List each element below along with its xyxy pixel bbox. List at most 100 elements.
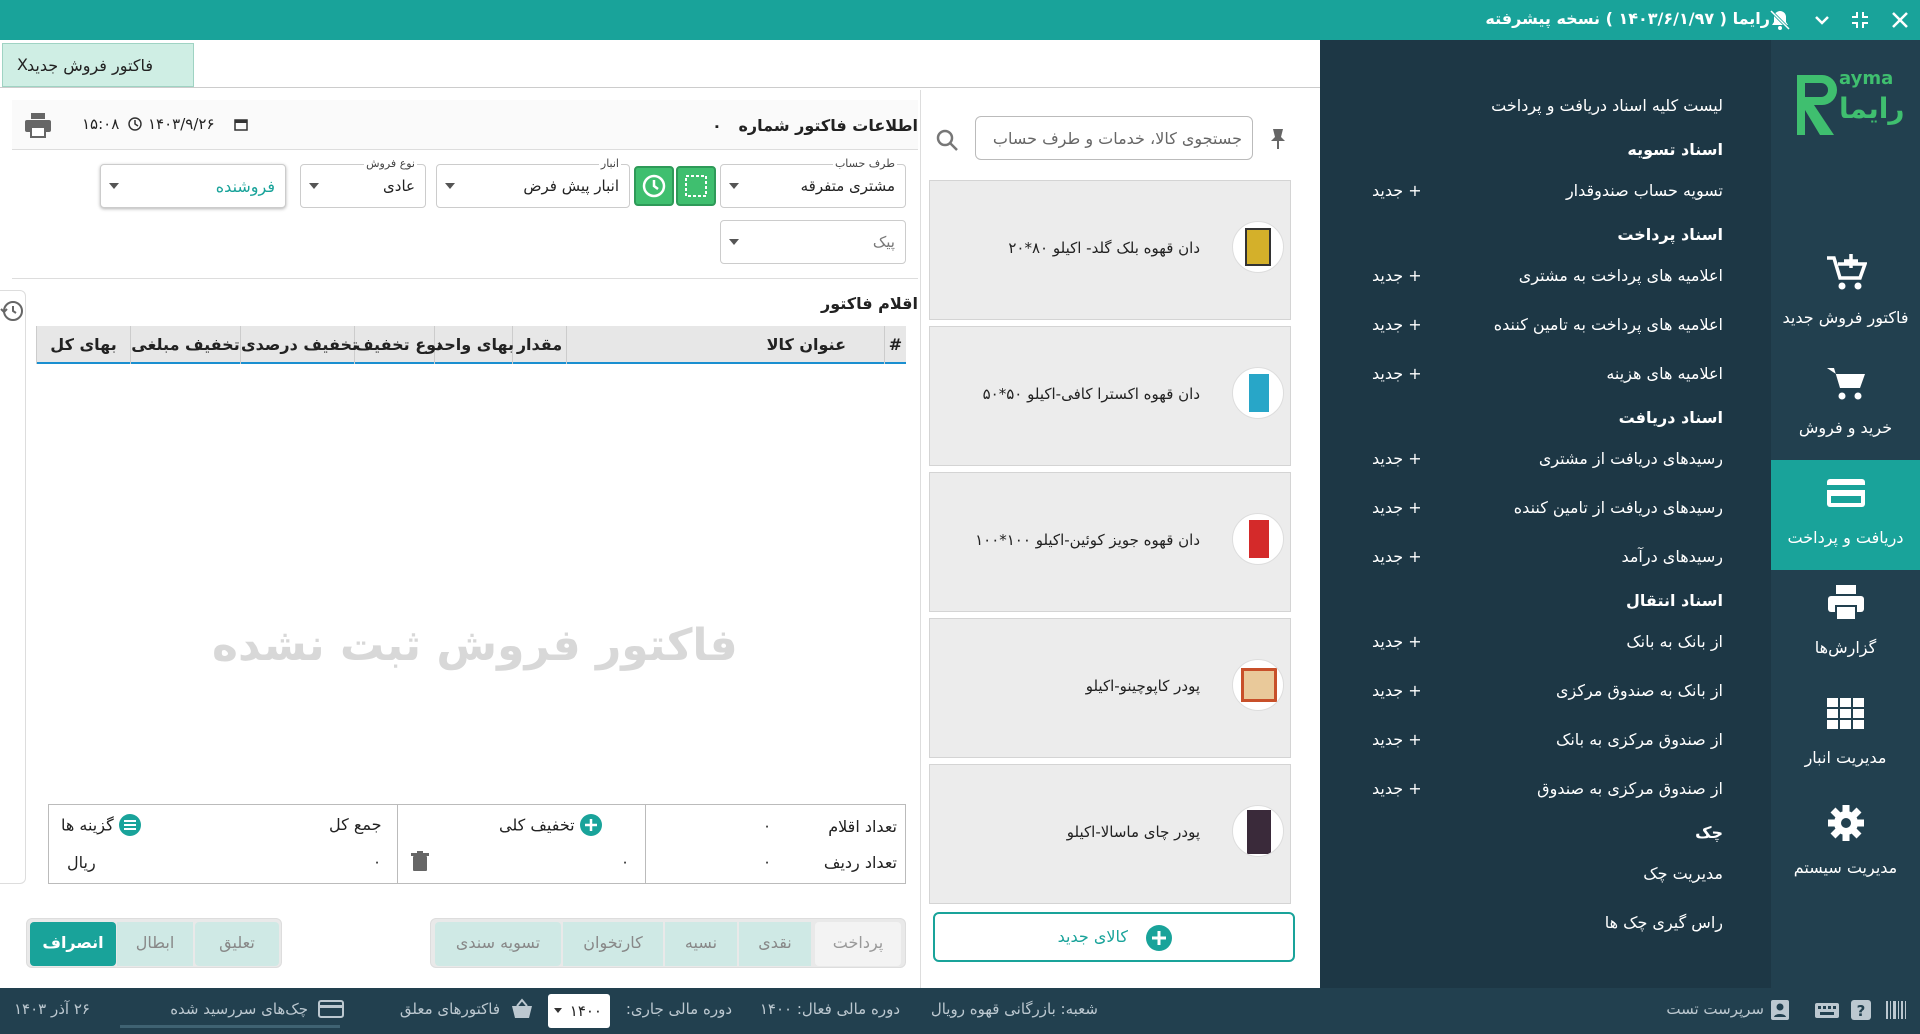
menu-item-all-documents[interactable]: لیست کلیه اسناد دریافت و پرداخت — [1340, 90, 1723, 124]
product-card[interactable]: دان قهوه اکسترا کافی-اکیلو ۵۰*۵۰ — [929, 326, 1291, 466]
product-search-input[interactable]: جستجوی کالا، خدمات و طرف حساب — [975, 116, 1253, 160]
menu-item-central-fund-to-fund[interactable]: از صندوق مرکزی به صندوق + جدید — [1340, 773, 1723, 807]
product-card[interactable]: پودر کاپوچینو-اکیلو — [929, 618, 1291, 758]
rows-count-value: ۰ — [763, 853, 772, 871]
nav-purchase-and-sales[interactable]: خرید و فروش — [1771, 350, 1920, 460]
menu-new-link[interactable]: + جدید — [1372, 181, 1422, 200]
suspend-button[interactable]: تعلیق — [195, 922, 279, 966]
side-history-panel[interactable] — [0, 290, 26, 884]
menu-item-receipt-supplier[interactable]: رسیدهای دریافت از تامین کننده + جدید — [1340, 492, 1723, 526]
courier-select[interactable]: پیک — [720, 220, 906, 264]
current-period-label: دوره مالی جاری: — [625, 1000, 732, 1018]
menu-new-link[interactable]: + جدید — [1372, 315, 1422, 334]
menu-item-cashier-settlement[interactable]: تسویه حساب صندوقدار + جدید — [1340, 175, 1723, 209]
due-cheques-link[interactable]: چک‌های سررسید شده — [120, 994, 344, 1028]
menu-header-payment: اسناد پرداخت — [1617, 225, 1723, 244]
menu-new-link[interactable]: + جدید — [1372, 681, 1422, 700]
dropdown-arrow-icon — [554, 1008, 562, 1013]
search-icon[interactable] — [935, 128, 959, 152]
product-card[interactable]: دان قهوه بلک گلد- اکیلو ۸۰*۲۰ — [929, 180, 1291, 320]
dropdown-arrow-icon — [729, 183, 739, 189]
document-settlement-button[interactable]: تسویه سندی — [435, 922, 561, 966]
menu-item-receipt-customer[interactable]: رسیدهای دریافت از مشتری + جدید — [1340, 443, 1723, 477]
logo-text-fa: رایما — [1839, 92, 1905, 125]
menu-item-payment-supplier[interactable]: اعلامیه های پرداخت به تامین کننده + جدید — [1340, 309, 1723, 343]
chevron-down-icon[interactable] — [1812, 10, 1832, 30]
col-unit-price[interactable]: بهای واحد — [434, 326, 514, 364]
overall-discount-button[interactable]: تخفیف کلی — [499, 813, 603, 837]
current-period-select[interactable]: ۱۴۰۰ — [548, 994, 610, 1028]
product-image — [1232, 805, 1284, 857]
receipts-payments-menu: لیست کلیه اسناد دریافت و پرداخت اسناد تس… — [1320, 40, 1771, 988]
nav-new-sales-invoice[interactable]: فاکتور فروش جدید — [1771, 240, 1920, 350]
trash-icon[interactable] — [411, 851, 429, 871]
product-card[interactable]: دان قهوه جویز کوئین-اکیلو ۱۰۰*۱۰۰ — [929, 472, 1291, 612]
menu-header-settlement: اسناد تسویه — [1627, 140, 1723, 159]
menu-item-payment-customer[interactable]: اعلامیه های پرداخت به مشتری + جدید — [1340, 260, 1723, 294]
card-reader-button[interactable]: کارتخوان — [563, 922, 663, 966]
invoice-panel: اطلاعات فاکتور شماره ۰ ۱۴۰۳/۹/۲۶ ۱۵:۰۸ ط… — [12, 100, 918, 988]
select-area-button[interactable] — [676, 166, 716, 206]
calendar-icon — [234, 117, 248, 131]
product-card[interactable]: پودر چای ماسالا-اکیلو — [929, 764, 1291, 904]
cancel-button[interactable]: انصراف — [30, 922, 116, 966]
menu-new-link[interactable]: + جدید — [1372, 779, 1422, 798]
new-product-button[interactable]: کالای جدید — [933, 912, 1295, 962]
col-amount-discount[interactable]: تخفیف مبلغی — [130, 326, 240, 364]
invoice-time[interactable]: ۱۵:۰۸ — [82, 115, 119, 133]
product-image — [1232, 513, 1284, 565]
menu-item-cheque-management[interactable]: مدیریت چک — [1340, 858, 1723, 892]
menu-new-link[interactable]: + جدید — [1372, 632, 1422, 651]
app-logo: ayma رایما — [1783, 64, 1913, 144]
col-percent-discount[interactable]: تخفیف درصدی — [240, 326, 358, 364]
bell-off-icon[interactable] — [1768, 8, 1792, 32]
menu-item-payment-expense[interactable]: اعلامیه های هزینه + جدید — [1340, 358, 1723, 392]
col-total-price[interactable]: بهای کل — [36, 326, 130, 364]
menu-item-central-fund-to-bank[interactable]: از صندوق مرکزی به بانک + جدید — [1340, 724, 1723, 758]
tab-close-button[interactable]: X — [17, 55, 28, 74]
pin-icon[interactable] — [1269, 128, 1287, 150]
pending-invoices-link[interactable]: فاکتورهای معلق — [312, 994, 532, 1028]
items-title: اقلام فاکتور — [821, 294, 918, 313]
total-label: جمع کل — [329, 815, 382, 834]
menu-new-link[interactable]: + جدید — [1372, 449, 1422, 468]
void-button[interactable]: ابطال — [117, 922, 193, 966]
keyboard-icon[interactable] — [1814, 998, 1840, 1022]
menu-new-link[interactable]: + جدید — [1372, 498, 1422, 517]
seller-select[interactable]: فروشنده — [100, 164, 286, 208]
menu-item-receipt-income[interactable]: رسیدهای درآمد + جدید — [1340, 541, 1723, 575]
options-button[interactable]: گزینه ها — [61, 813, 142, 837]
close-window-icon[interactable] — [1890, 10, 1910, 30]
items-count-label: تعداد اقلام — [828, 817, 897, 836]
dropdown-arrow-icon — [309, 183, 319, 189]
menu-item-bank-to-bank[interactable]: از بانک به بانک + جدید — [1340, 626, 1723, 660]
menu-item-cheque-due-date[interactable]: راس گیری چک ها — [1340, 907, 1723, 941]
invoice-date[interactable]: ۱۴۰۳/۹/۲۶ — [148, 115, 215, 133]
warehouse-select[interactable]: انبار انبار پیش فرض — [436, 157, 630, 208]
account-party-select[interactable]: طرف حساب مشتری متفرقه — [720, 157, 906, 208]
credit-button[interactable]: نسیه — [665, 922, 737, 966]
col-discount-type[interactable]: نوع تخفیف — [354, 326, 442, 364]
minimize-window-icon[interactable] — [1850, 10, 1870, 30]
col-product-title[interactable]: عنوان کالا — [566, 326, 854, 364]
cash-button[interactable]: نقدی — [739, 922, 811, 966]
help-icon[interactable]: ? — [1850, 998, 1872, 1022]
nav-reports[interactable]: گزارش‌ها — [1771, 570, 1920, 680]
nav-system-management[interactable]: مدیریت سیستم — [1771, 790, 1920, 900]
col-quantity[interactable]: مقدار — [512, 326, 566, 364]
tab-new-sales-invoice[interactable]: فاکتور فروش جدید X — [2, 43, 194, 87]
print-icon[interactable] — [24, 112, 52, 138]
col-index[interactable]: # — [884, 326, 906, 364]
menu-item-bank-to-central-fund[interactable]: از بانک به صندوق مرکزی + جدید — [1340, 675, 1723, 709]
menu-new-link[interactable]: + جدید — [1372, 730, 1422, 749]
menu-new-link[interactable]: + جدید — [1372, 547, 1422, 566]
nav-warehouse-management[interactable]: مدیریت انبار — [1771, 680, 1920, 790]
nav-receipts-and-payments[interactable]: دریافت و پرداخت — [1771, 460, 1920, 570]
cart-plus-icon — [1825, 252, 1867, 294]
barcode-icon[interactable] — [1884, 998, 1908, 1022]
sale-type-select[interactable]: نوع فروش عادی — [300, 157, 426, 208]
pay-button[interactable]: پرداخت — [815, 922, 901, 966]
menu-new-link[interactable]: + جدید — [1372, 266, 1422, 285]
history-button[interactable] — [634, 166, 674, 206]
menu-new-link[interactable]: + جدید — [1372, 364, 1422, 383]
